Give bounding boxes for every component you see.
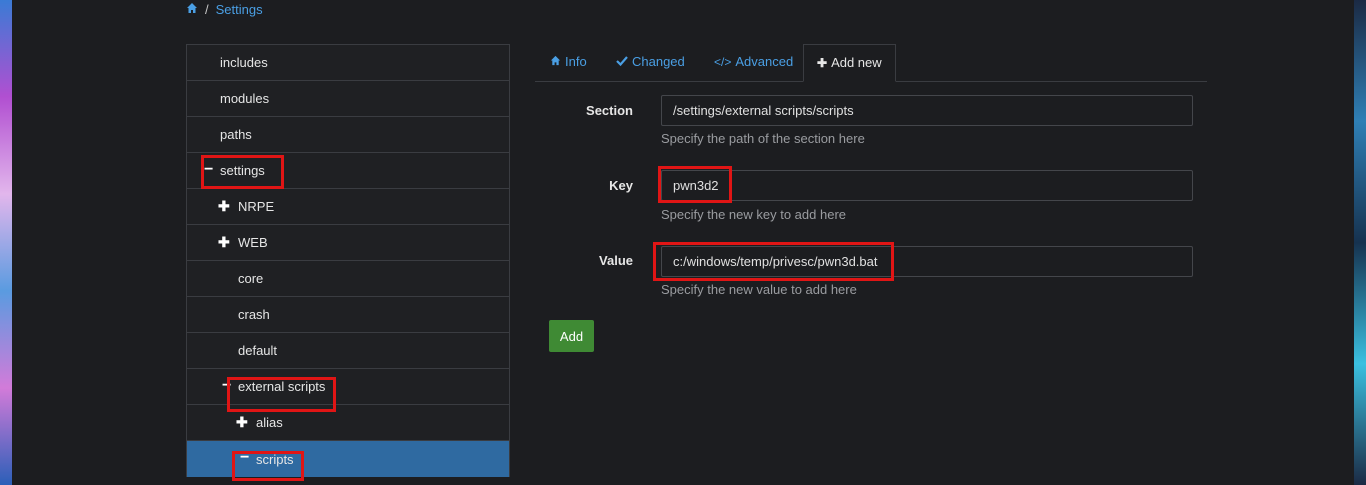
- settings-tree: includes modules paths − settings ✚ NRPE…: [186, 44, 510, 477]
- tree-item-label: WEB: [238, 235, 268, 250]
- tree-item-label: crash: [238, 307, 270, 322]
- tree-item-web[interactable]: ✚ WEB: [187, 225, 509, 261]
- section-label: Section: [586, 103, 633, 118]
- tab-changed[interactable]: Changed: [616, 44, 685, 81]
- tree-item-label: alias: [256, 415, 283, 430]
- tree-item-paths[interactable]: paths: [187, 117, 509, 153]
- breadcrumb-settings[interactable]: Settings: [216, 2, 263, 17]
- tree-item-modules[interactable]: modules: [187, 81, 509, 117]
- tree-item-crash[interactable]: crash: [187, 297, 509, 333]
- tab-bar: Info Changed </> Advanced ✚ Add new: [535, 44, 1207, 82]
- tree-item-label: core: [238, 271, 264, 286]
- tree-item-label: modules: [220, 91, 270, 106]
- expand-icon[interactable]: ✚: [236, 414, 248, 431]
- code-icon: </>: [714, 55, 732, 69]
- plus-icon: ✚: [817, 56, 828, 70]
- expand-icon[interactable]: ✚: [218, 198, 230, 215]
- tab-add-new-label: Add new: [831, 55, 882, 70]
- desktop-wallpaper-left: [0, 0, 12, 485]
- value-label: Value: [599, 253, 633, 268]
- tree-item-label: NRPE: [238, 199, 275, 214]
- tree-item-label: paths: [220, 127, 252, 142]
- check-icon: [616, 44, 628, 80]
- breadcrumb-separator: /: [205, 2, 209, 17]
- highlight-box: [653, 242, 894, 281]
- add-button[interactable]: Add: [549, 320, 594, 352]
- tree-item-default[interactable]: default: [187, 333, 509, 369]
- tab-advanced[interactable]: </> Advanced: [714, 44, 793, 81]
- tab-info-label: Info: [565, 54, 587, 69]
- home-icon: [550, 44, 561, 80]
- highlight-box: [658, 166, 732, 203]
- desktop-wallpaper-right: [1354, 0, 1366, 485]
- tab-add-new[interactable]: ✚ Add new: [803, 44, 896, 82]
- tree-item-includes[interactable]: includes: [187, 45, 509, 81]
- section-help: Specify the path of the section here: [661, 131, 865, 146]
- highlight-box: [227, 377, 336, 412]
- breadcrumb: / Settings: [186, 2, 263, 17]
- value-help: Specify the new value to add here: [661, 282, 857, 297]
- key-input[interactable]: pwn3d2: [661, 170, 1193, 201]
- section-input[interactable]: /settings/external scripts/scripts: [661, 95, 1193, 126]
- tab-changed-label: Changed: [632, 54, 685, 69]
- highlight-box: [201, 155, 284, 189]
- tab-advanced-label: Advanced: [735, 54, 794, 69]
- home-icon[interactable]: [186, 2, 198, 17]
- tree-item-label: default: [238, 343, 278, 358]
- tree-item-nrpe[interactable]: ✚ NRPE: [187, 189, 509, 225]
- tab-info[interactable]: Info: [550, 44, 587, 81]
- tree-item-core[interactable]: core: [187, 261, 509, 297]
- highlight-box: [232, 451, 304, 481]
- key-label: Key: [609, 178, 633, 193]
- tree-item-label: includes: [220, 55, 268, 70]
- key-help: Specify the new key to add here: [661, 207, 847, 222]
- expand-icon[interactable]: ✚: [218, 234, 230, 251]
